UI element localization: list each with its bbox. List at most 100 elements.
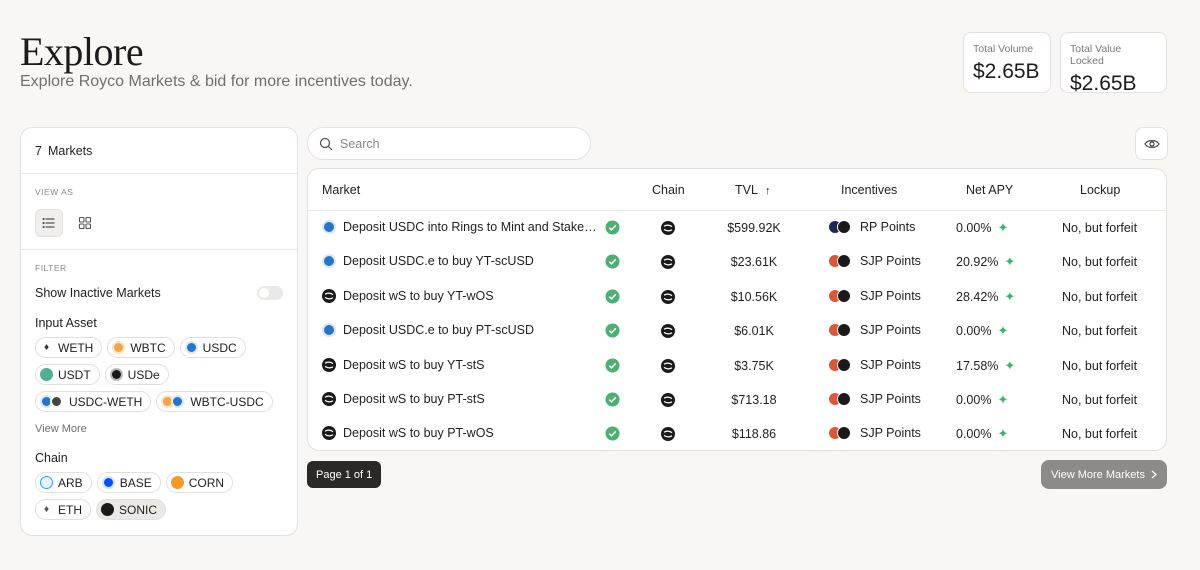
header-chain[interactable]: Chain bbox=[652, 183, 685, 197]
chip-arb[interactable]: ARB bbox=[35, 472, 92, 493]
table-row[interactable]: Deposit wS to buy YT-stS $3.75K SJP Points… bbox=[308, 349, 1166, 383]
incentive-label: RP Points bbox=[860, 220, 916, 234]
lockup-value: No, but forfeit bbox=[1062, 427, 1138, 442]
toggle-visibility-button[interactable] bbox=[1135, 127, 1168, 160]
points-token-icons bbox=[828, 288, 856, 303]
table-row[interactable]: Deposit wS to buy PT-wOS $118.86 SJP Point… bbox=[308, 417, 1166, 451]
chip-weth[interactable]: ♦ WETH bbox=[35, 337, 103, 358]
chain-sonic-icon bbox=[661, 427, 675, 444]
view-more-assets-link[interactable]: View More bbox=[35, 423, 283, 435]
lockup-value: No, but forfeit bbox=[1062, 221, 1138, 235]
chain-sonic-icon bbox=[661, 392, 675, 410]
verified-icon bbox=[605, 358, 620, 376]
chain-chips: ARB BASE CORN ♦ ETH SONIC bbox=[35, 472, 283, 520]
table-row[interactable]: Deposit USDC.e to buy YT-scUSD $23.61K SJP… bbox=[308, 245, 1166, 279]
chip-base[interactable]: BASE bbox=[96, 472, 161, 493]
grid-icon bbox=[78, 216, 92, 230]
tvl-value: $23.61K bbox=[730, 255, 778, 270]
table-row[interactable]: Deposit USDC into Rings to Mint and Stak… bbox=[308, 211, 1166, 245]
chain-sonic-icon bbox=[661, 289, 675, 307]
header-lockup[interactable]: Lockup bbox=[1080, 183, 1120, 197]
lockup-value: No, but forfeit bbox=[1062, 324, 1138, 339]
chip-eth[interactable]: ♦ ETH bbox=[35, 499, 91, 520]
chip-corn[interactable]: CORN bbox=[165, 472, 234, 493]
header-incentives[interactable]: Incentives bbox=[841, 183, 897, 197]
chip-label: SONIC bbox=[119, 502, 158, 517]
chip-label: BASE bbox=[119, 475, 152, 490]
search-input[interactable] bbox=[340, 136, 560, 151]
header-net-apy[interactable]: Net APY bbox=[966, 183, 1013, 197]
show-inactive-toggle[interactable] bbox=[257, 286, 283, 300]
search-bar[interactable] bbox=[307, 127, 591, 160]
incentive-label: SJP Points bbox=[860, 323, 921, 338]
chip-usdc-weth[interactable]: USDC-WETH bbox=[35, 391, 152, 412]
markets-table: Market Chain TVL ↑ Incentives Net APY Lo… bbox=[307, 168, 1167, 451]
market-cell: Deposit USDC into Rings to Mint and Stak… bbox=[322, 220, 597, 234]
chip-label: ETH bbox=[58, 502, 82, 517]
table-row[interactable]: Deposit USDC.e to buy PT-scUSD $6.01K SJP … bbox=[308, 314, 1166, 348]
chip-usdt[interactable]: USDT bbox=[35, 364, 100, 385]
verified-icon bbox=[605, 220, 620, 238]
corn-icon bbox=[170, 476, 184, 489]
chip-usdc[interactable]: USDC bbox=[179, 337, 246, 358]
net-apy-value: 0.00% bbox=[956, 221, 992, 235]
view-more-markets-button[interactable]: View More Markets bbox=[1041, 460, 1167, 489]
header-market[interactable]: Market bbox=[322, 183, 360, 197]
sonic-icon bbox=[101, 503, 114, 516]
tvl-value: $118.86 bbox=[731, 427, 777, 442]
table-row[interactable]: Deposit wS to buy PT-stS $713.18 SJP Point… bbox=[308, 383, 1166, 417]
points-token-icons bbox=[828, 220, 856, 234]
net-apy-cell: 0.00% ✦ bbox=[956, 324, 1008, 338]
verified-icon bbox=[605, 426, 620, 444]
chip-label: USDC bbox=[202, 340, 237, 355]
sparkle-icon: ✦ bbox=[1004, 254, 1016, 270]
tvl-value: $6.01K bbox=[734, 324, 774, 339]
chip-label: WETH bbox=[58, 340, 94, 355]
list-icon bbox=[42, 217, 55, 229]
market-name: Deposit USDC into Rings to Mint and Stak… bbox=[343, 220, 597, 234]
view-as-section: VIEW AS bbox=[21, 174, 297, 250]
view-more-markets-label: View More Markets bbox=[1051, 468, 1145, 481]
incentives-cell: SJP Points bbox=[828, 288, 921, 303]
market-name: Deposit USDC.e to buy YT-scUSD bbox=[343, 254, 534, 269]
arbitrum-icon bbox=[40, 476, 53, 489]
grid-view-button[interactable] bbox=[71, 209, 99, 237]
points-token-icons bbox=[828, 323, 856, 338]
sonic-icon bbox=[322, 391, 336, 406]
chip-wbtc[interactable]: WBTC bbox=[107, 337, 175, 358]
chip-label: USDT bbox=[58, 367, 91, 382]
market-name: Deposit wS to buy PT-stS bbox=[343, 391, 485, 406]
header-tvl[interactable]: TVL ↑ bbox=[735, 183, 770, 197]
tvl-value: $3.75K bbox=[734, 358, 774, 373]
tvl-value: $2.65B bbox=[1070, 72, 1137, 95]
chip-wbtc-usdc[interactable]: WBTC-USDC bbox=[156, 391, 273, 412]
table-row[interactable]: Deposit wS to buy YT-wOS $10.56K SJP Point… bbox=[308, 280, 1166, 314]
table-header: Market Chain TVL ↑ Incentives Net APY Lo… bbox=[308, 169, 1166, 211]
list-view-button[interactable] bbox=[35, 209, 63, 237]
incentive-label: SJP Points bbox=[860, 391, 921, 406]
incentives-cell: SJP Points bbox=[828, 254, 921, 269]
chip-usde[interactable]: USDe bbox=[104, 364, 169, 385]
incentive-label: SJP Points bbox=[860, 357, 921, 372]
net-apy-cell: 20.92% ✦ bbox=[956, 255, 1015, 269]
net-apy-cell: 28.42% ✦ bbox=[956, 290, 1015, 304]
chain-sonic-icon bbox=[661, 221, 675, 238]
verified-icon bbox=[605, 254, 620, 272]
page-subtitle: Explore Royco Markets & bid for more inc… bbox=[20, 73, 413, 90]
tvl-value: $713.18 bbox=[731, 392, 777, 407]
pagination-label: Page 1 of 1 bbox=[307, 461, 382, 488]
points-token-icons bbox=[828, 426, 856, 441]
sparkle-icon: ✦ bbox=[1004, 357, 1016, 373]
chain-sonic-icon bbox=[661, 324, 675, 341]
search-icon bbox=[319, 137, 333, 150]
chip-sonic[interactable]: SONIC bbox=[96, 499, 167, 520]
view-as-label: VIEW AS bbox=[35, 187, 74, 197]
usde-icon bbox=[109, 368, 123, 381]
usdc-icon bbox=[322, 254, 336, 269]
header-tvl-label: TVL bbox=[735, 183, 758, 197]
chip-label: USDC-WETH bbox=[69, 394, 143, 409]
market-cell: Deposit USDC.e to buy PT-scUSD bbox=[322, 323, 534, 338]
total-volume-card: Total Volume $2.65B bbox=[963, 32, 1051, 93]
sonic-icon bbox=[322, 288, 336, 303]
net-apy-cell: 0.00% ✦ bbox=[956, 393, 1008, 407]
